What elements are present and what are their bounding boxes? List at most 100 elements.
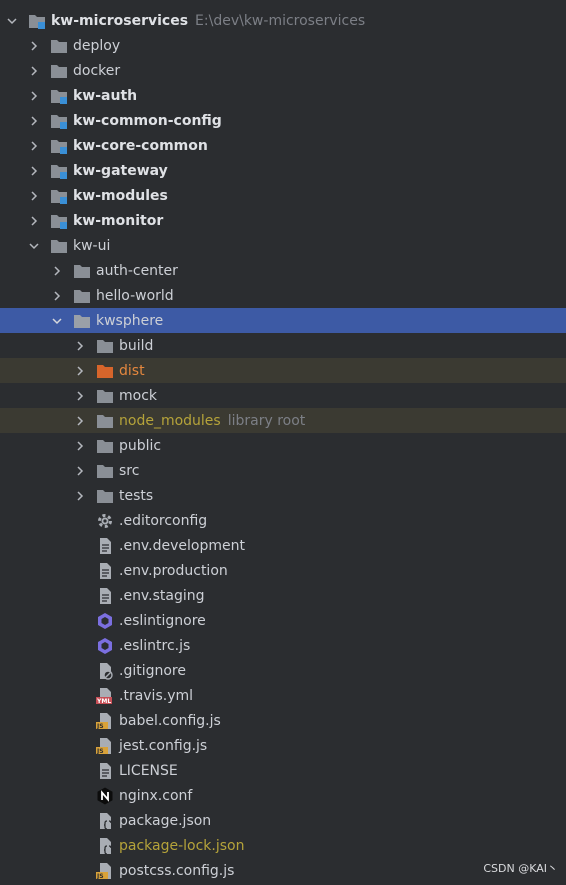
tree-row-kw-auth[interactable]: kw-auth [0, 83, 566, 108]
tree-row-jest-config[interactable]: JS jest.config.js [0, 733, 566, 758]
tree-row-gitignore[interactable]: .gitignore [0, 658, 566, 683]
yml-badge-text: YML [97, 697, 112, 705]
file-label: .travis.yml [119, 687, 194, 704]
tree-row-package-lock[interactable]: package-lock.json [0, 833, 566, 858]
folder-label: tests [119, 487, 154, 504]
folder-label: auth-center [96, 262, 178, 279]
eslint-icon [96, 612, 114, 630]
tree-row-kw-core-common[interactable]: kw-core-common [0, 133, 566, 158]
folder-label: public [119, 437, 162, 454]
js-badge-text: JS [97, 872, 104, 880]
tree-row-env-development[interactable]: .env.development [0, 533, 566, 558]
folder-label: kwsphere [96, 312, 164, 329]
chevron-right-icon[interactable] [74, 440, 86, 452]
file-label: LICENSE [119, 762, 178, 779]
tree-row-kw-gateway[interactable]: kw-gateway [0, 158, 566, 183]
file-label: package-lock.json [119, 837, 245, 854]
tree-row-postcss-config[interactable]: JS postcss.config.js [0, 858, 566, 883]
chevron-down-icon[interactable] [28, 240, 40, 252]
tree-row-tests[interactable]: tests [0, 483, 566, 508]
file-label: .env.production [119, 562, 228, 579]
tree-row-deploy[interactable]: deploy [0, 33, 566, 58]
chevron-right-icon[interactable] [28, 215, 40, 227]
tree-row-mock[interactable]: mock [0, 383, 566, 408]
tree-row-env-staging[interactable]: .env.staging [0, 583, 566, 608]
tree-row-build[interactable]: build [0, 333, 566, 358]
file-label: package.json [119, 812, 212, 829]
tree-row-package-json[interactable]: package.json [0, 808, 566, 833]
chevron-right-icon[interactable] [74, 340, 86, 352]
chevron-right-icon[interactable] [51, 290, 63, 302]
tree-row-eslintignore[interactable]: .eslintignore [0, 608, 566, 633]
tree-row-public[interactable]: public [0, 433, 566, 458]
chevron-right-icon[interactable] [28, 115, 40, 127]
folder-label: deploy [73, 37, 121, 54]
folder-icon [50, 37, 68, 55]
tree-row-license[interactable]: LICENSE [0, 758, 566, 783]
js-badge-text: JS [97, 747, 104, 755]
tree-row-env-production[interactable]: .env.production [0, 558, 566, 583]
js-file-icon: JS [96, 862, 114, 880]
module-folder-icon [50, 162, 68, 180]
folder-label: docker [73, 62, 121, 79]
chevron-right-icon[interactable] [28, 40, 40, 52]
excluded-folder-icon [96, 362, 114, 380]
chevron-right-icon[interactable] [51, 265, 63, 277]
folder-icon [96, 337, 114, 355]
chevron-down-icon[interactable] [51, 315, 63, 327]
tree-row-kw-monitor[interactable]: kw-monitor [0, 208, 566, 233]
chevron-right-icon[interactable] [28, 165, 40, 177]
tree-row-kwsphere[interactable]: kwsphere [0, 308, 566, 333]
folder-icon [73, 262, 91, 280]
file-label: .eslintignore [119, 612, 206, 629]
tree-row-babel-config[interactable]: JS babel.config.js [0, 708, 566, 733]
chevron-right-icon[interactable] [74, 415, 86, 427]
folder-label: src [119, 462, 140, 479]
tree-row-kw-ui[interactable]: kw-ui [0, 233, 566, 258]
chevron-right-icon[interactable] [74, 465, 86, 477]
folder-icon [73, 312, 91, 330]
tree-row-dist[interactable]: dist [0, 358, 566, 383]
chevron-right-icon[interactable] [28, 90, 40, 102]
file-label: .env.development [119, 537, 245, 554]
folder-label: mock [119, 387, 158, 404]
tree-row-nginx-conf[interactable]: nginx.conf [0, 783, 566, 808]
module-folder-icon [50, 137, 68, 155]
chevron-right-icon[interactable] [74, 490, 86, 502]
js-file-icon: JS [96, 737, 114, 755]
tree-row-editorconfig[interactable]: .editorconfig [0, 508, 566, 533]
chevron-down-icon[interactable] [6, 15, 18, 27]
chevron-right-icon[interactable] [28, 65, 40, 77]
json-file-icon [96, 837, 114, 855]
tree-row-kw-modules[interactable]: kw-modules [0, 183, 566, 208]
tree-row-auth-center[interactable]: auth-center [0, 258, 566, 283]
tree-row-eslintrc[interactable]: .eslintrc.js [0, 633, 566, 658]
project-tree: kw-microservices E:\dev\kw-microservices… [0, 8, 566, 883]
ignore-file-icon [96, 662, 114, 680]
project-path: E:\dev\kw-microservices [195, 12, 366, 29]
module-label: kw-auth [73, 87, 138, 104]
module-label: kw-monitor [73, 212, 164, 229]
module-folder-icon [50, 187, 68, 205]
watermark: CSDN @KAI丶 [483, 862, 558, 875]
tree-row-docker[interactable]: docker [0, 58, 566, 83]
tree-row-hello-world[interactable]: hello-world [0, 283, 566, 308]
module-folder-icon [50, 87, 68, 105]
chevron-right-icon[interactable] [28, 140, 40, 152]
chevron-right-icon[interactable] [28, 190, 40, 202]
nginx-icon [96, 787, 114, 805]
folder-label: kw-ui [73, 237, 111, 254]
folder-icon [96, 387, 114, 405]
text-file-icon [96, 562, 114, 580]
file-label: babel.config.js [119, 712, 221, 729]
tree-row-root[interactable]: kw-microservices E:\dev\kw-microservices [0, 8, 566, 33]
folder-icon [96, 437, 114, 455]
tree-row-kw-common-config[interactable]: kw-common-config [0, 108, 566, 133]
chevron-right-icon[interactable] [74, 390, 86, 402]
chevron-right-icon[interactable] [74, 365, 86, 377]
tree-row-travis[interactable]: YML .travis.yml [0, 683, 566, 708]
tree-row-src[interactable]: src [0, 458, 566, 483]
js-badge-text: JS [97, 722, 104, 730]
tree-row-node-modules[interactable]: node_modules library root [0, 408, 566, 433]
text-file-icon [96, 537, 114, 555]
